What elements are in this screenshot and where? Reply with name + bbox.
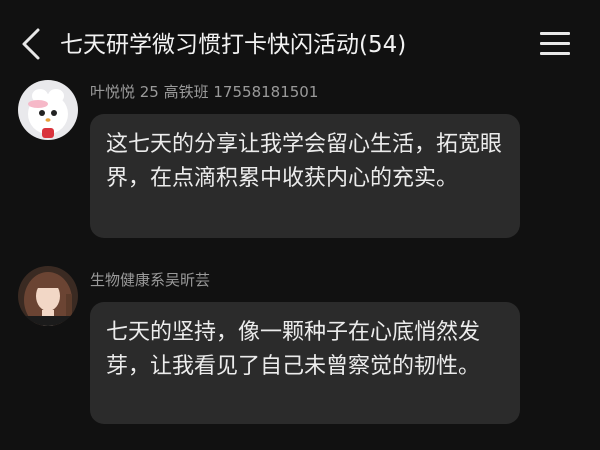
avatar[interactable] <box>18 80 78 140</box>
chevron-left-icon <box>22 28 40 60</box>
sender-name: 叶悦悦 25 高铁班 17558181501 <box>90 83 319 101</box>
girl-photo-avatar <box>18 266 78 326</box>
message-bubble[interactable]: 这七天的分享让我学会留心生活，拓宽眼界，在点滴积累中收获内心的充实。 <box>90 114 520 238</box>
back-button[interactable] <box>18 27 46 61</box>
hamburger-menu-icon <box>540 32 570 55</box>
menu-button[interactable] <box>540 32 570 58</box>
chat-title: 七天研学微习惯打卡快闪活动(54) <box>60 32 407 58</box>
chat-header: 七天研学微习惯打卡快闪活动(54) <box>0 0 600 82</box>
avatar[interactable] <box>18 266 78 326</box>
sender-name: 生物健康系吴昕芸 <box>90 271 211 289</box>
message-bubble[interactable]: 七天的坚持，像一颗种子在心底悄然发芽，让我看见了自己未曾察觉的韧性。 <box>90 302 520 424</box>
white-cat-avatar <box>18 80 78 140</box>
